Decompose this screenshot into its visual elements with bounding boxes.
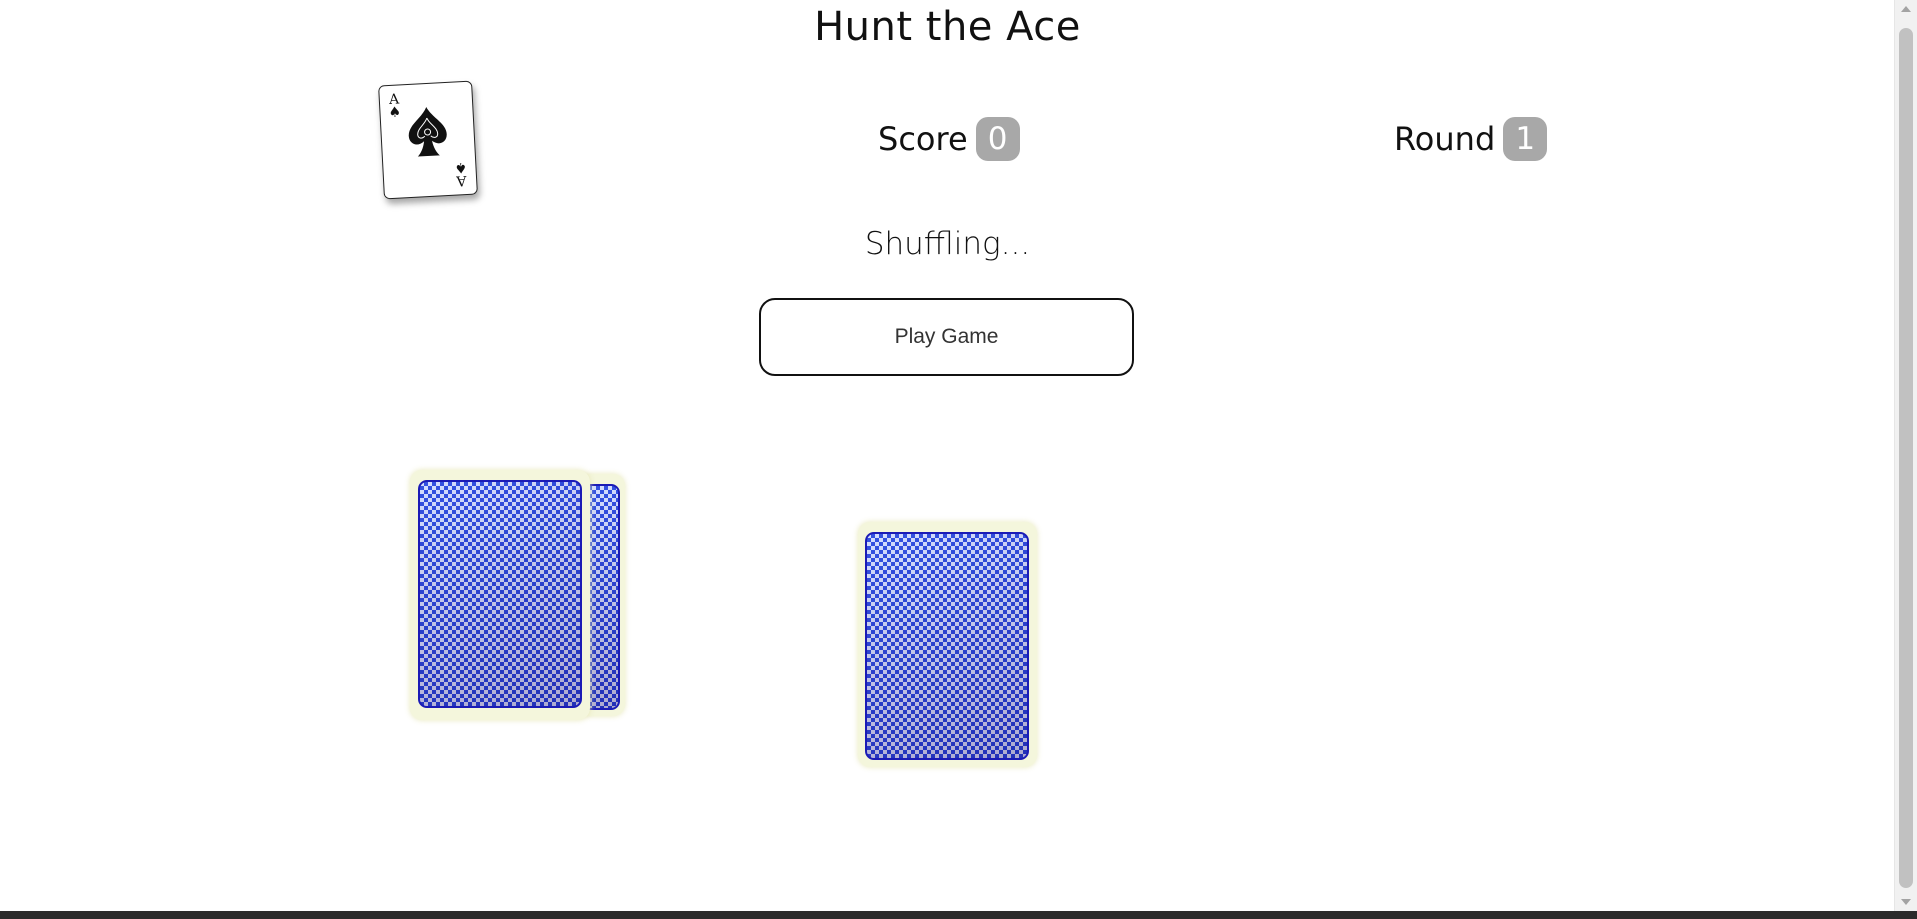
score-label: Score xyxy=(878,120,968,158)
scroll-down-arrow-icon[interactable] xyxy=(1901,899,1911,905)
card-back[interactable] xyxy=(865,532,1029,760)
round-badge: 1 xyxy=(1503,117,1548,161)
ace-of-spades-card: A ♠ A ♠ xyxy=(378,80,478,200)
scrollbar-thumb[interactable] xyxy=(1899,28,1913,888)
play-game-button[interactable]: Play Game xyxy=(759,298,1134,376)
game-title: Hunt the Ace xyxy=(814,4,1081,50)
spade-icon xyxy=(408,107,447,157)
game-page: Hunt the Ace A ♠ A ♠ Score 0 Round 1 Shu… xyxy=(0,0,1895,911)
round-display: Round 1 xyxy=(1394,117,1548,161)
round-label: Round xyxy=(1394,120,1496,158)
ace-rank-bottom: A ♠ xyxy=(454,158,469,189)
vertical-scrollbar[interactable] xyxy=(1894,0,1917,911)
card-back[interactable] xyxy=(418,480,582,708)
scroll-up-arrow-icon[interactable] xyxy=(1901,6,1911,12)
score-badge: 0 xyxy=(975,117,1020,161)
score-display: Score 0 xyxy=(878,117,1020,161)
ace-rank-top: A ♠ xyxy=(388,91,402,122)
window-bottom-edge xyxy=(0,911,1917,919)
spade-small-icon: ♠ xyxy=(388,104,402,122)
game-status: Shuffling... xyxy=(864,226,1031,262)
card-slot[interactable] xyxy=(858,522,1037,767)
card-slot[interactable] xyxy=(410,470,590,720)
spade-small-icon: ♠ xyxy=(454,158,468,176)
